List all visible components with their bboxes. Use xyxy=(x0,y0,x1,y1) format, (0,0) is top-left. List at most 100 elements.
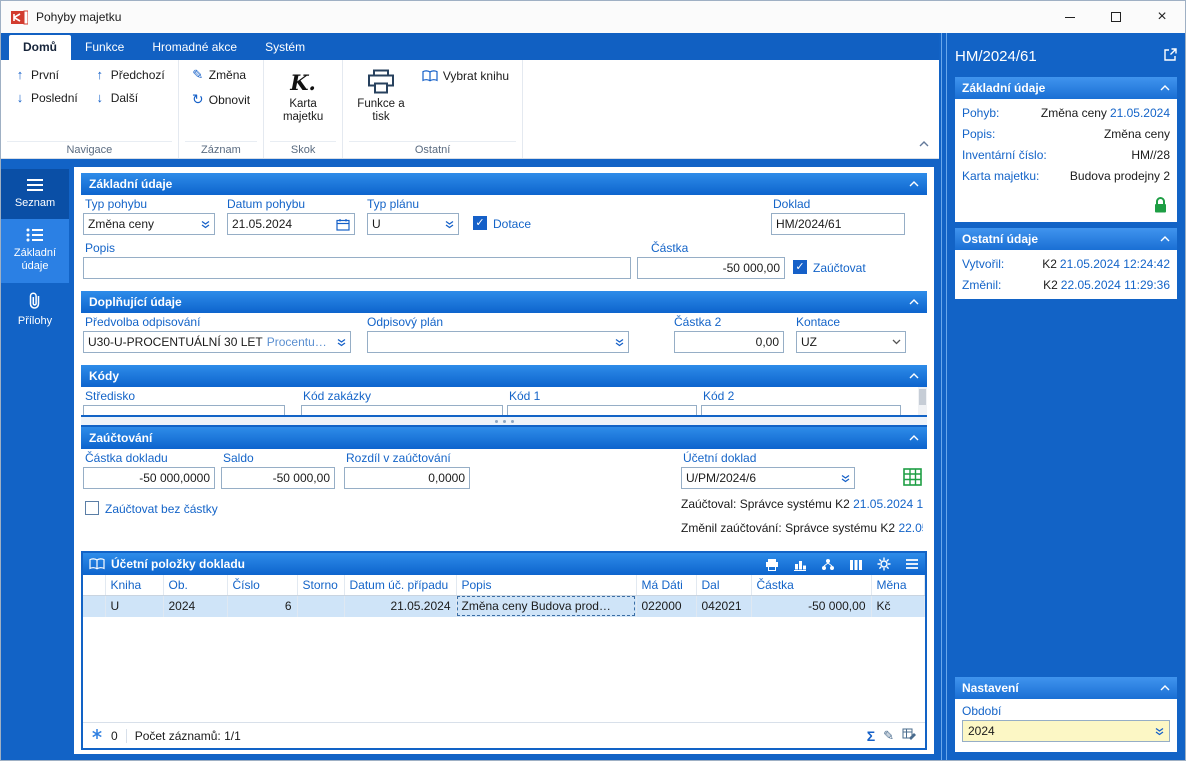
castka-dokladu-input[interactable]: -50 000,0000 xyxy=(83,467,215,489)
filter-button[interactable] xyxy=(91,728,103,743)
sidebar-item-prilohy[interactable]: Přílohy xyxy=(1,283,69,337)
typ-planu-select[interactable]: U xyxy=(367,213,459,235)
asset-card-button[interactable]: K. Karta majetku xyxy=(270,63,336,124)
zauctovat-checkbox[interactable]: ✓ xyxy=(793,260,807,274)
column-header[interactable]: Popis xyxy=(456,575,637,596)
chevron-down-icon[interactable] xyxy=(611,338,624,347)
column-header[interactable]: Má Dáti xyxy=(636,575,697,596)
castka-input[interactable]: -50 000,00 xyxy=(637,257,785,279)
odpisovy-plan-select[interactable] xyxy=(367,331,629,353)
cell-obdobi[interactable]: 2024 xyxy=(163,595,228,617)
functions-print-button[interactable]: Funkce a tisk xyxy=(349,63,413,124)
ucetni-doklad-select[interactable]: U/PM/2024/6 xyxy=(681,467,855,489)
table-row[interactable]: U 2024 6 21.05.2024 Změna ceny Budova pr… xyxy=(83,595,925,617)
tab-funkce[interactable]: Funkce xyxy=(71,35,138,60)
close-button[interactable]: × xyxy=(1139,1,1185,33)
menu-button[interactable] xyxy=(905,558,919,570)
chevron-down-icon[interactable] xyxy=(197,220,210,229)
zauctovat-bez-castky-checkbox[interactable] xyxy=(85,501,99,515)
stredisko-input[interactable] xyxy=(83,405,285,415)
dotace-checkbox[interactable]: ✓ xyxy=(473,216,487,230)
cell-mena[interactable]: Kč xyxy=(871,595,925,617)
tab-domu[interactable]: Domů xyxy=(9,35,71,60)
preview-section-header-zakladni[interactable]: Základní údaje xyxy=(955,77,1177,99)
cell-datum[interactable]: 21.05.2024 xyxy=(344,595,457,617)
edit-row-button[interactable]: ✎ xyxy=(883,728,894,744)
saldo-label: Saldo xyxy=(223,451,254,465)
sidebar-item-zakladni-udaje[interactable]: Základní údaje xyxy=(1,219,69,283)
chevron-down-icon[interactable] xyxy=(333,338,346,347)
table-empty-area[interactable] xyxy=(83,617,925,722)
zauctovat-bez-castky-label: Zaúčtovat bez částky xyxy=(105,502,218,516)
doklad-input[interactable]: HM/2024/61 xyxy=(771,213,905,235)
column-header[interactable]: Kniha xyxy=(105,575,164,596)
first-record-button[interactable]: ↑ První xyxy=(7,63,85,86)
chevron-down-icon[interactable] xyxy=(888,339,901,345)
hierarchy-button[interactable] xyxy=(821,558,835,571)
typ-pohybu-select[interactable]: Změna ceny xyxy=(83,213,215,235)
popis-input[interactable] xyxy=(83,257,631,279)
maximize-button[interactable] xyxy=(1093,1,1139,33)
section-header-doplnujici-udaje[interactable]: Doplňující údaje xyxy=(81,291,927,313)
datum-pohybu-input[interactable]: 21.05.2024 xyxy=(227,213,355,235)
last-record-button[interactable]: ↓ Poslední xyxy=(7,86,85,109)
preview-section-header-nastaveni[interactable]: Nastavení xyxy=(955,677,1177,699)
edit-button[interactable]: ✎ Změna xyxy=(185,63,257,87)
cell-kniha[interactable]: U xyxy=(105,595,164,617)
section-header-zauctovani[interactable]: Zaúčtování xyxy=(81,427,927,449)
column-header[interactable]: Ob. xyxy=(163,575,228,596)
section-header-kody[interactable]: Kódy xyxy=(81,365,927,387)
accounting-items-header[interactable]: Účetní položky dokladu xyxy=(83,553,925,575)
castka2-input[interactable]: 0,00 xyxy=(674,331,784,353)
sum-button[interactable]: Σ xyxy=(867,728,875,744)
cell-storno[interactable] xyxy=(297,595,345,617)
chevron-down-icon[interactable] xyxy=(1151,727,1164,736)
indicator-column-header[interactable] xyxy=(83,575,106,596)
edit-table-button[interactable] xyxy=(902,728,917,744)
minimize-button[interactable] xyxy=(1047,1,1093,33)
books-button[interactable] xyxy=(849,558,863,571)
scrollbar-thumb[interactable] xyxy=(919,389,926,405)
cell-ma-dati[interactable]: 022000 xyxy=(636,595,697,617)
section-header-zakladni-udaje[interactable]: Základní údaje xyxy=(81,173,927,195)
column-header[interactable]: Storno xyxy=(297,575,345,596)
cell-cislo[interactable]: 6 xyxy=(227,595,298,617)
pane-splitter[interactable] xyxy=(81,415,927,427)
kod1-input[interactable] xyxy=(507,405,697,415)
kod-zakazky-input[interactable] xyxy=(301,405,503,415)
kontace-select[interactable]: UZ xyxy=(796,331,906,353)
cell-popis[interactable]: Změna ceny Budova prod… xyxy=(456,595,637,617)
select-book-button[interactable]: Vybrat knihu xyxy=(415,65,516,87)
previous-record-button[interactable]: ↑ Předchozí xyxy=(87,63,172,86)
predvolba-select[interactable]: U30-U-PROCENTUÁLNÍ 30 LET Procentu… xyxy=(83,331,351,353)
chart-button[interactable] xyxy=(793,558,807,571)
open-in-window-button[interactable] xyxy=(1164,48,1177,64)
sidebar-item-seznam[interactable]: Seznam xyxy=(1,169,69,220)
next-record-button[interactable]: ↓ Další xyxy=(87,86,172,109)
chevron-down-icon[interactable] xyxy=(837,474,850,483)
tab-hromadne-akce[interactable]: Hromadné akce xyxy=(138,35,251,60)
column-header[interactable]: Částka xyxy=(751,575,872,596)
panel-splitter[interactable] xyxy=(939,33,949,760)
column-header[interactable]: Datum úč. případu xyxy=(344,575,457,596)
obdobi-select[interactable]: 2024 xyxy=(962,720,1170,742)
upper-pane-scrollbar[interactable] xyxy=(918,387,927,415)
column-header[interactable]: Měna xyxy=(871,575,925,596)
calendar-icon[interactable] xyxy=(332,218,350,231)
preview-section-header-ostatni[interactable]: Ostatní údaje xyxy=(955,228,1177,250)
settings-button[interactable] xyxy=(877,557,891,571)
saldo-input[interactable]: -50 000,00 xyxy=(221,467,335,489)
cell-castka[interactable]: -50 000,00 xyxy=(751,595,872,617)
tab-system[interactable]: Systém xyxy=(251,35,319,60)
cell-dal[interactable]: 042021 xyxy=(696,595,752,617)
column-header[interactable]: Dal xyxy=(696,575,752,596)
rozdil-input[interactable]: 0,0000 xyxy=(344,467,470,489)
column-header[interactable]: Číslo xyxy=(227,575,298,596)
row-indicator-cell[interactable] xyxy=(83,595,106,617)
collapse-ribbon-button[interactable] xyxy=(919,136,929,150)
refresh-button[interactable]: ↻ Obnovit xyxy=(185,87,257,112)
chevron-down-icon[interactable] xyxy=(441,220,454,229)
kod2-input[interactable] xyxy=(701,405,901,415)
print-button[interactable] xyxy=(765,558,779,571)
accounting-table-button[interactable] xyxy=(903,468,922,489)
